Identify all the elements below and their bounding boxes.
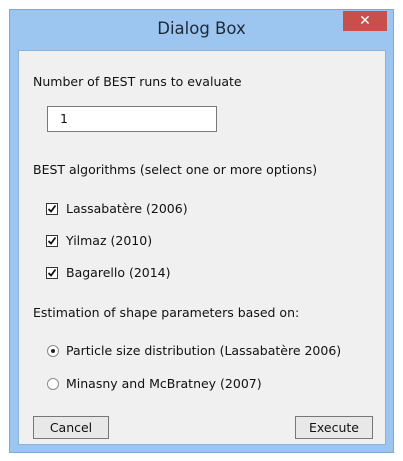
checkbox-bagarello[interactable] [46, 267, 58, 279]
radio-minasny[interactable] [47, 378, 59, 390]
window-title: Dialog Box [157, 19, 246, 38]
close-icon: ✕ [359, 13, 371, 29]
checkmark-icon [47, 268, 57, 277]
option-label-bagarello: Bagarello (2014) [66, 265, 171, 280]
runs-label: Number of BEST runs to evaluate [33, 74, 242, 89]
option-label-yilmaz: Yilmaz (2010) [66, 233, 153, 248]
checkbox-yilmaz[interactable] [46, 235, 58, 247]
close-button[interactable]: ✕ [343, 11, 387, 31]
checkbox-lassabatere[interactable] [46, 203, 58, 215]
option-label-minasny: Minasny and McBratney (2007) [66, 376, 262, 391]
dialog-content: Number of BEST runs to evaluate 1 BEST a… [18, 50, 386, 445]
option-label-lassabatere: Lassabatère (2006) [66, 201, 188, 216]
cancel-button[interactable]: Cancel [33, 416, 109, 439]
dialog-window: Dialog Box ✕ Number of BEST runs to eval… [9, 9, 394, 453]
checkmark-icon [47, 236, 57, 245]
shape-label: Estimation of shape parameters based on: [33, 305, 300, 320]
execute-button[interactable]: Execute [295, 416, 373, 439]
option-label-particle-size: Particle size distribution (Lassabatère … [66, 343, 342, 358]
radio-particle-size[interactable] [47, 345, 59, 357]
checkmark-icon [47, 204, 57, 213]
algorithms-label: BEST algorithms (select one or more opti… [33, 162, 318, 177]
radio-selected-dot [51, 349, 55, 353]
title-bar[interactable]: Dialog Box ✕ [10, 10, 393, 49]
runs-input[interactable]: 1 [47, 106, 217, 132]
